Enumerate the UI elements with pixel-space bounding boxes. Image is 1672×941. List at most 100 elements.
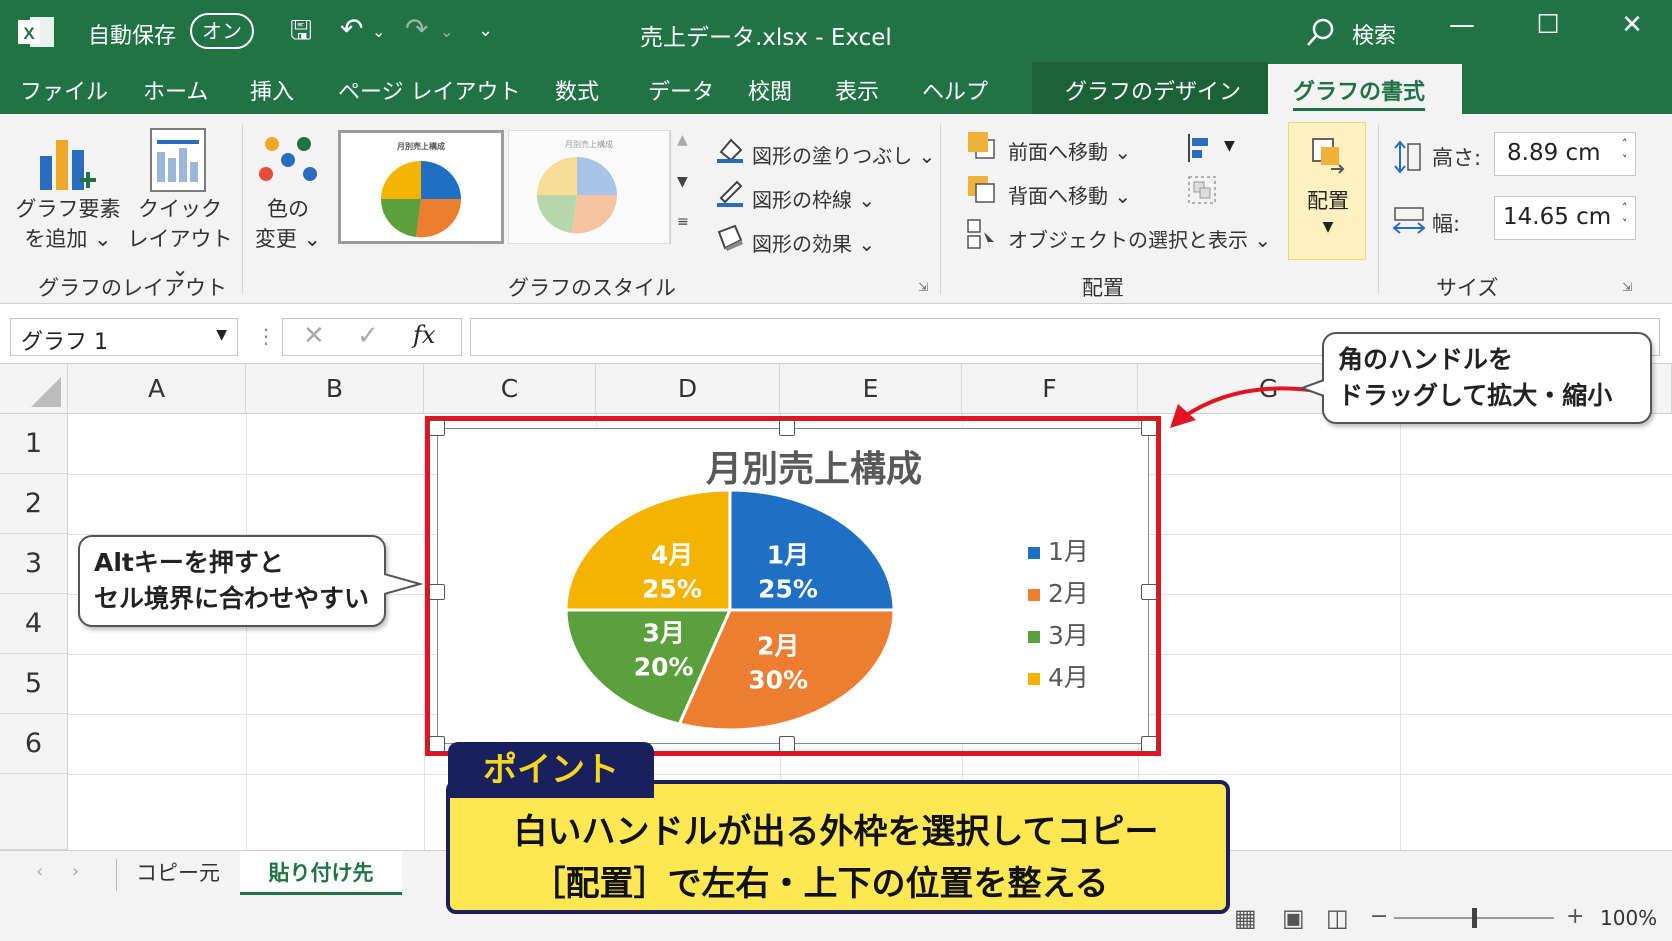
search-icon[interactable] bbox=[1305, 16, 1337, 48]
page-break-view-icon[interactable]: ◫ bbox=[1326, 904, 1349, 932]
row-header-1[interactable]: 1 bbox=[0, 414, 68, 474]
grid-line bbox=[246, 414, 247, 850]
customize-qa-icon[interactable]: ⌄ bbox=[478, 20, 493, 41]
bring-forward-button[interactable]: 前面へ移動 ⌄ bbox=[1008, 136, 1131, 165]
name-box-dropdown-icon[interactable]: ▼ bbox=[216, 327, 227, 343]
tab-chart-design[interactable]: グラフのデザイン bbox=[1065, 74, 1241, 106]
gallery-up-icon[interactable]: ▲ bbox=[677, 132, 688, 148]
row-header-2[interactable]: 2 bbox=[0, 474, 68, 534]
align-dropdown-icon[interactable]: ▼ bbox=[1224, 138, 1235, 154]
width-label: 幅: bbox=[1432, 212, 1461, 236]
resize-handle-left[interactable] bbox=[429, 584, 445, 600]
add-chart-element-button[interactable]: グラフ要素 を追加 ⌄ bbox=[12, 194, 124, 254]
sheet-next-icon[interactable]: › bbox=[72, 861, 79, 882]
gallery-down-icon[interactable]: ▼ bbox=[677, 174, 688, 190]
legend-label-3: 3月 bbox=[1048, 621, 1089, 650]
tab-formulas[interactable]: 数式 bbox=[555, 74, 599, 106]
search-label[interactable]: 検索 bbox=[1352, 18, 1396, 50]
quick-layout-icon bbox=[150, 128, 206, 192]
callout-tail-icon bbox=[1300, 379, 1324, 397]
chart-style-1[interactable]: 月別売上構成 bbox=[338, 130, 504, 244]
shape-effects-button[interactable]: 図形の効果 ⌄ bbox=[752, 228, 875, 257]
shape-outline-button[interactable]: 図形の枠線 ⌄ bbox=[752, 184, 875, 213]
width-spinner-icon[interactable]: ˄ ˅ bbox=[1622, 200, 1628, 232]
zoom-slider-thumb[interactable] bbox=[1472, 908, 1477, 928]
autosave-toggle[interactable]: オン bbox=[190, 13, 254, 49]
row-header-3[interactable]: 3 bbox=[0, 534, 68, 594]
tab-page-layout[interactable]: ページ レイアウト bbox=[338, 74, 521, 106]
align-icon[interactable] bbox=[1186, 132, 1216, 164]
col-header-b[interactable]: B bbox=[246, 364, 424, 414]
resize-handle-bottom[interactable] bbox=[779, 736, 795, 752]
height-spinner-icon[interactable]: ˄ ˅ bbox=[1622, 136, 1628, 168]
maximize-icon[interactable]: ☐ bbox=[1528, 10, 1568, 40]
row-header-4[interactable]: 4 bbox=[0, 594, 68, 654]
legend-item-4[interactable]: 4月 bbox=[1028, 658, 1089, 694]
ribbon-tabs: ファイル ホーム 挿入 ページ レイアウト 数式 データ 校閲 表示 ヘルプ グ… bbox=[0, 62, 1672, 114]
shape-fill-button[interactable]: 図形の塗りつぶし ⌄ bbox=[752, 140, 935, 169]
tab-file[interactable]: ファイル bbox=[20, 74, 108, 106]
minimize-icon[interactable]: — bbox=[1442, 10, 1482, 40]
size-launcher-icon[interactable]: ⇲ bbox=[1622, 280, 1632, 294]
tab-view[interactable]: 表示 bbox=[835, 74, 879, 106]
col-header-f[interactable]: F bbox=[962, 364, 1138, 414]
width-icon bbox=[1392, 207, 1426, 234]
gallery-more-icon[interactable]: ≡ bbox=[677, 214, 689, 230]
legend-item-3[interactable]: 3月 bbox=[1028, 616, 1089, 652]
insert-function-icon[interactable]: fx bbox=[413, 321, 435, 349]
row-header-7[interactable] bbox=[0, 774, 68, 850]
chart-style-2[interactable]: 月別売上構成 bbox=[508, 130, 670, 244]
zoom-in-icon[interactable]: + bbox=[1566, 904, 1584, 929]
arrange-button[interactable]: 配置 ▼ bbox=[1288, 122, 1366, 260]
sheet-tab-destination[interactable]: 貼り付け先 bbox=[240, 851, 402, 895]
resize-handle-top-left[interactable] bbox=[429, 420, 445, 436]
save-icon[interactable]: 🖫 bbox=[290, 12, 312, 56]
undo-dropdown-icon[interactable]: ⌄ bbox=[372, 22, 385, 41]
pie-chart[interactable]: 1月 25% 2月 30% 3月 20% 4月 25% bbox=[560, 484, 900, 736]
send-backward-button[interactable]: 背面へ移動 ⌄ bbox=[1008, 180, 1131, 209]
redo-dropdown-icon[interactable]: ⌄ bbox=[440, 22, 453, 41]
legend-item-1[interactable]: 1月 bbox=[1028, 532, 1089, 568]
col-header-a[interactable]: A bbox=[68, 364, 246, 414]
name-box[interactable]: グラフ 1 ▼ bbox=[10, 318, 238, 356]
width-input[interactable]: 14.65 cm bbox=[1494, 196, 1636, 240]
change-colors-button[interactable]: 色の 変更 ⌄ bbox=[246, 194, 330, 254]
tab-data[interactable]: データ bbox=[648, 74, 714, 106]
sheet-tab-source[interactable]: コピー元 bbox=[120, 851, 236, 895]
redo-icon[interactable]: ↷ bbox=[405, 12, 428, 45]
legend-item-2[interactable]: 2月 bbox=[1028, 574, 1089, 610]
zoom-out-icon[interactable]: − bbox=[1370, 904, 1388, 929]
sheet-prev-icon[interactable]: ‹ bbox=[36, 861, 43, 882]
alt-callout-line2: セル境界に合わせやすい bbox=[94, 584, 370, 613]
zoom-level[interactable]: 100% bbox=[1600, 906, 1657, 930]
selection-pane-button[interactable]: オブジェクトの選択と表示 ⌄ bbox=[1008, 224, 1271, 253]
col-header-d[interactable]: D bbox=[596, 364, 780, 414]
tab-insert[interactable]: 挿入 bbox=[250, 74, 294, 106]
resize-handle-bottom-right[interactable] bbox=[1141, 736, 1157, 752]
height-input[interactable]: 8.89 cm bbox=[1494, 132, 1636, 176]
add-chart-element-icon bbox=[40, 140, 96, 190]
select-all-corner[interactable] bbox=[0, 364, 68, 414]
quick-layout-button[interactable]: クイック レイアウト ⌄ bbox=[120, 194, 240, 284]
tab-chart-format[interactable]: グラフの書式 bbox=[1293, 74, 1426, 111]
undo-icon[interactable]: ↶ bbox=[340, 12, 363, 45]
normal-view-icon[interactable]: ▦ bbox=[1234, 904, 1257, 932]
enter-icon[interactable]: ✓ bbox=[357, 321, 379, 351]
tab-review[interactable]: 校閲 bbox=[748, 74, 792, 106]
close-icon[interactable]: ✕ bbox=[1612, 10, 1652, 40]
row-header-5[interactable]: 5 bbox=[0, 654, 68, 714]
resize-handle-top-right[interactable] bbox=[1141, 420, 1157, 436]
pie-label-category-4: 4月 bbox=[651, 541, 693, 570]
page-layout-view-icon[interactable]: ▣ bbox=[1282, 904, 1305, 932]
resize-handle-bottom-left[interactable] bbox=[429, 736, 445, 752]
col-header-e[interactable]: E bbox=[780, 364, 962, 414]
styles-launcher-icon[interactable]: ⇲ bbox=[918, 280, 928, 294]
row-header-6[interactable]: 6 bbox=[0, 714, 68, 774]
resize-handle-right[interactable] bbox=[1141, 584, 1157, 600]
col-header-c[interactable]: C bbox=[424, 364, 596, 414]
tab-home[interactable]: ホーム bbox=[143, 74, 208, 106]
chart-style-2-title: 月別売上構成 bbox=[565, 140, 613, 149]
resize-handle-top[interactable] bbox=[779, 420, 795, 436]
tab-help[interactable]: ヘルプ bbox=[922, 74, 988, 106]
cancel-icon[interactable]: ✕ bbox=[303, 321, 325, 351]
